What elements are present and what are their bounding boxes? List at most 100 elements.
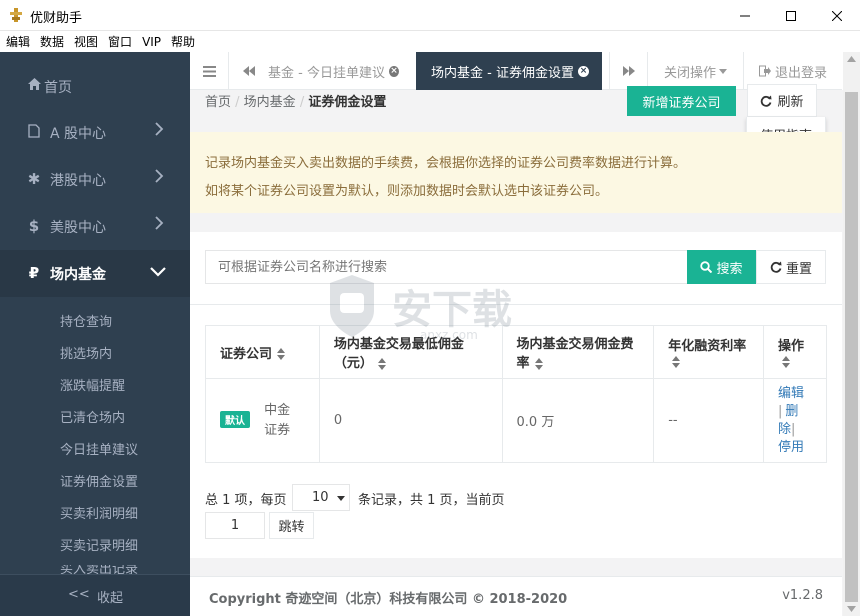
breadcrumb-home[interactable]: 首页: [205, 95, 231, 110]
chevron-right-icon: [155, 169, 164, 183]
sidebar-item-label: 美股中心: [50, 220, 106, 236]
sidebar-subitem[interactable]: 挑选场内: [60, 343, 112, 362]
pagination-prefix: 总 1 项，每页: [205, 493, 287, 508]
page-size-select[interactable]: 10: [292, 484, 350, 511]
sort-icon[interactable]: [782, 355, 791, 368]
scroll-down-icon[interactable]: [847, 606, 856, 612]
sign-out-icon: [758, 65, 771, 77]
sidebar-item-a-share[interactable]: A 股中心: [0, 109, 190, 156]
sidebar-subitem[interactable]: 持仓查询: [60, 311, 112, 330]
collapse-label: 收起: [97, 591, 124, 606]
menu-vip[interactable]: VIP: [138, 33, 165, 49]
broker-table: 证券公司 场内基金交易最低佣金（元） 场内基金交易佣金费率 年化融资利率 操作 …: [205, 325, 827, 463]
add-broker-button[interactable]: 新增证券公司: [627, 86, 736, 116]
sidebar-item-label: A 股中心: [50, 126, 107, 142]
tab-label: 基金 - 今日挂单建议: [268, 65, 385, 81]
hamburger-icon: [202, 65, 216, 77]
close-operations-label: 关闭操作: [663, 65, 716, 81]
reset-button[interactable]: 重置: [756, 250, 826, 284]
close-operations-dropdown[interactable]: 关闭操作: [648, 52, 744, 90]
sidebar-subitem[interactable]: 今日挂单建议: [60, 439, 138, 458]
sidebar-subitem[interactable]: 买入卖出记录: [60, 565, 138, 574]
column-header-broker[interactable]: 证券公司: [205, 325, 320, 379]
default-badge: 默认: [220, 411, 250, 428]
tab-scroll-right-button[interactable]: [609, 52, 648, 90]
sidebar-item-home[interactable]: 首页: [0, 63, 190, 110]
file-icon: [26, 124, 42, 140]
double-chevron-left-icon: [242, 66, 255, 76]
edit-link[interactable]: 编辑: [778, 386, 804, 401]
close-tab-icon[interactable]: ×: [388, 65, 399, 77]
sidebar-item-label: 场内基金: [50, 267, 106, 283]
broker-name: 中金证券: [264, 402, 291, 438]
breadcrumb-section[interactable]: 场内基金: [244, 95, 296, 110]
app-logo-icon: [10, 8, 22, 22]
cell-commission-rate: 0.0 万: [501, 378, 655, 463]
chevron-right-icon: [155, 216, 164, 230]
column-header-interest-rate[interactable]: 年化融资利率: [653, 325, 765, 379]
search-button[interactable]: 搜索: [687, 250, 756, 284]
refresh-button[interactable]: 刷新: [747, 84, 817, 117]
double-chevron-right-icon: [622, 66, 635, 76]
menu-toggle-button[interactable]: [190, 52, 229, 90]
reset-label: 重置: [785, 261, 812, 277]
maximize-icon: [786, 10, 796, 21]
breadcrumb: 首页 / 场内基金 / 证券佣金设置: [205, 95, 387, 110]
close-tab-icon[interactable]: ×: [577, 65, 589, 77]
maximize-button[interactable]: [768, 0, 814, 31]
menu-window[interactable]: 窗口: [104, 31, 136, 50]
sidebar-subitem[interactable]: 证券佣金设置: [60, 471, 138, 490]
sort-icon[interactable]: [377, 357, 386, 370]
sort-icon[interactable]: [277, 348, 286, 360]
version: v1.2.8: [782, 588, 823, 603]
tab-bar: 基金 - 今日挂单建议 × 场内基金 - 证券佣金设置 × 关闭操作 退出登录: [190, 52, 842, 90]
menu-edit[interactable]: 编辑: [2, 31, 34, 50]
sidebar-item-us-share[interactable]: $ 美股中心: [0, 203, 190, 250]
dollar-icon: $: [28, 217, 40, 235]
logout-label: 退出登录: [774, 65, 827, 81]
asterisk-icon: ✱: [27, 170, 41, 188]
menu-bar: 编辑 数据 视图 窗口 VIP 帮助: [0, 31, 860, 52]
vertical-scrollbar[interactable]: [843, 52, 860, 616]
window-title: 优财助手: [30, 11, 83, 26]
sidebar-subitem[interactable]: 买卖记录明细: [60, 535, 138, 554]
collapse-icon: <<: [68, 587, 90, 602]
close-icon: [832, 10, 842, 21]
cell-broker: 默认 中金证券: [205, 378, 320, 463]
refresh-icon: [770, 261, 782, 273]
sidebar-collapse-button[interactable]: << 收起: [0, 574, 190, 616]
sort-icon[interactable]: [672, 355, 681, 368]
svg-text:安下载: 安下载: [392, 287, 512, 333]
minimize-button[interactable]: [722, 0, 768, 31]
caret-down-icon: [719, 68, 727, 74]
sidebar-subitem[interactable]: 已清仓场内: [60, 407, 125, 426]
footer: Copyright 奇迹空间（北京）科技有限公司 © 2018-2020 v1.…: [190, 576, 842, 616]
menu-view[interactable]: 视图: [70, 31, 102, 50]
search-icon: [700, 261, 713, 273]
scrollbar-thumb[interactable]: [845, 92, 858, 602]
disable-link[interactable]: 停用: [778, 440, 804, 455]
sort-icon[interactable]: [534, 357, 543, 370]
scroll-up-icon[interactable]: [847, 56, 856, 62]
menu-data[interactable]: 数据: [36, 31, 68, 50]
alert-line-1: 记录场内基金买入卖出数据的手续费，会根据你选择的证券公司费率数据进行计算。: [205, 156, 687, 171]
refresh-label: 刷新: [777, 95, 804, 110]
info-alert: 记录场内基金买入卖出数据的手续费，会根据你选择的证券公司费率数据进行计算。 如将…: [190, 132, 842, 213]
sidebar-item-hk-share[interactable]: ✱ 港股中心: [0, 156, 190, 203]
minimize-icon: [740, 15, 750, 16]
sidebar-subitem[interactable]: 涨跌幅提醒: [60, 375, 125, 394]
tab-today-orders[interactable]: 基金 - 今日挂单建议 ×: [268, 52, 406, 90]
sidebar-subitem[interactable]: 买卖利润明细: [60, 503, 138, 522]
jump-button[interactable]: 跳转: [269, 512, 314, 539]
copyright: Copyright 奇迹空间（北京）科技有限公司 © 2018-2020: [209, 592, 568, 607]
cell-min-commission: 0: [318, 378, 503, 463]
title-bar: 优财助手: [0, 0, 860, 31]
close-window-button[interactable]: [814, 0, 860, 31]
page-number-input[interactable]: [205, 512, 265, 539]
menu-help[interactable]: 帮助: [167, 31, 199, 50]
tab-commission-settings[interactable]: 场内基金 - 证券佣金设置 ×: [416, 52, 602, 90]
tab-label: 场内基金 - 证券佣金设置: [431, 65, 574, 81]
tab-scroll-left-button[interactable]: [229, 52, 268, 90]
breadcrumb-current: 证券佣金设置: [308, 95, 387, 110]
sidebar-item-exchange-fund[interactable]: ₽ 场内基金: [0, 250, 190, 297]
